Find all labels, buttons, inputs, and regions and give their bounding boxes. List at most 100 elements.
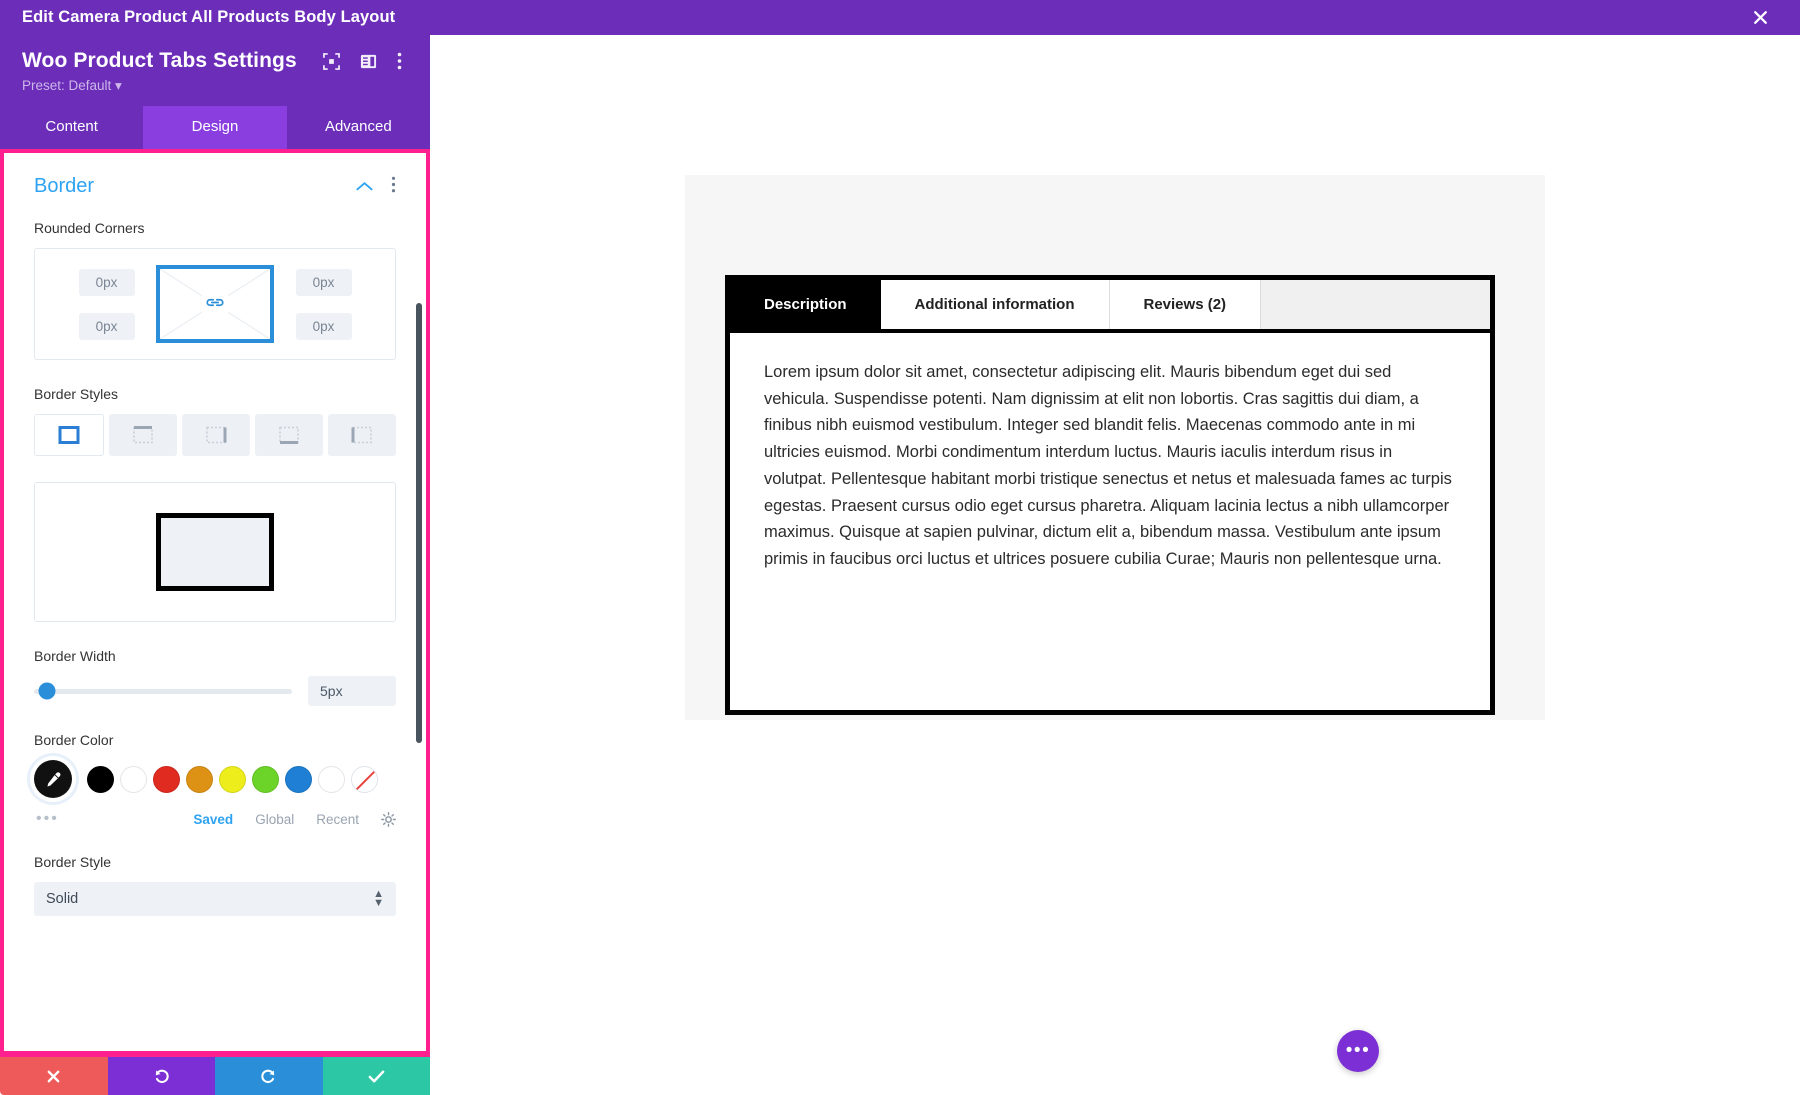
tab-advanced[interactable]: Advanced [287,106,430,149]
panel-body: Border Rounded Corners 0px 0px 0px 0px B… [0,149,430,1055]
color-swatch-none[interactable] [351,765,378,793]
link-icon[interactable] [202,292,228,316]
woo-product-tabs-module: Description Additional information Revie… [725,275,1495,715]
product-tab-content: Lorem ipsum dolor sit amet, consectetur … [730,333,1490,573]
border-width-input[interactable]: 5px [308,676,396,706]
editor-canvas: Description Additional information Revie… [430,35,1800,1095]
gear-icon[interactable] [381,811,396,827]
color-tabs-row: ••• Saved Global Recent [34,810,396,828]
border-style-bottom-side[interactable] [255,414,323,456]
color-tab-global[interactable]: Global [255,812,294,827]
chevron-up-icon[interactable] [356,181,373,192]
color-swatch-red[interactable] [153,765,180,793]
vertical-dots-icon[interactable] [397,52,402,70]
panel-action-bar [0,1055,430,1095]
color-tab-recent[interactable]: Recent [316,812,359,827]
panel-header: Woo Product Tabs Settings Preset: Defaul… [0,35,430,106]
close-icon[interactable] [1730,0,1790,35]
corner-link-preview[interactable] [156,265,274,343]
preset-selector[interactable]: Preset: Default ▾ [22,78,408,94]
rounded-corners-label: Rounded Corners [34,220,145,236]
page-frame: Description Additional information Revie… [685,175,1545,1072]
color-swatch-blue[interactable] [285,765,312,793]
settings-scroll-area: Border Rounded Corners 0px 0px 0px 0px B… [4,153,426,1051]
border-preview-rect [156,513,274,591]
border-left-icon [351,426,372,444]
product-tabs-filler [1261,280,1490,329]
save-button[interactable] [322,1057,430,1095]
corner-bottom-right-input[interactable]: 0px [295,312,352,340]
panel-scrollbar[interactable] [416,303,422,743]
product-tabs-nav: Description Additional information Revie… [730,280,1490,333]
border-color-swatches [34,760,396,798]
section-options-icon[interactable] [391,176,396,198]
color-swatch-green[interactable] [252,765,279,793]
color-swatch-white[interactable] [120,765,147,793]
color-swatch-orange[interactable] [186,765,213,793]
rounded-corners-control: 0px 0px 0px 0px [34,248,396,360]
close-glyph [1753,11,1767,24]
border-style-all-sides[interactable] [34,414,104,456]
link-glyph [206,298,224,307]
border-width-slider[interactable] [34,682,292,700]
border-color-label: Border Color [34,732,114,748]
panel-title: Woo Product Tabs Settings [22,49,297,72]
settings-panel: Woo Product Tabs Settings Preset: Defaul… [0,35,430,1095]
color-swatch-white-2[interactable] [318,765,345,793]
tab-content[interactable]: Content [0,106,143,149]
description-paragraph: Lorem ipsum dolor sit amet, consectetur … [764,363,1452,569]
eyedropper-icon [46,771,60,787]
focus-target-icon[interactable] [323,52,340,70]
color-swatch-black[interactable] [87,765,114,793]
chevron-up-glyph [356,181,373,191]
border-style-selected-value: Solid [46,891,79,907]
border-styles-control [34,414,396,456]
close-icon [47,1070,60,1082]
border-bottom-icon [279,426,299,444]
layout-panel-icon[interactable] [360,53,377,70]
border-styles-label: Border Styles [34,386,119,402]
corner-bottom-left-input[interactable]: 0px [78,312,135,340]
undo-button[interactable] [107,1057,215,1095]
section-title-border: Border [34,175,95,197]
color-tab-saved[interactable]: Saved [193,812,233,827]
border-style-top-side[interactable] [109,414,177,456]
border-width-control: 5px [34,676,396,706]
border-top-icon [133,426,153,444]
corner-top-left-input[interactable]: 0px [78,268,135,296]
border-all-icon [58,426,80,444]
redo-icon [261,1069,275,1083]
tab-design[interactable]: Design [143,106,287,149]
border-section-header: Border [34,175,396,198]
color-picker-button[interactable] [34,760,72,798]
product-tab-description[interactable]: Description [730,280,881,329]
vertical-dots-glyph [397,52,402,70]
fab-label: ••• [1345,1040,1371,1061]
product-tab-additional-information[interactable]: Additional information [880,280,1110,329]
check-icon [368,1070,385,1082]
border-width-label: Border Width [34,648,116,664]
color-swatch-yellow[interactable] [219,765,246,793]
panel-tab-bar: Content Design Advanced [0,106,430,149]
cancel-button[interactable] [0,1057,108,1095]
vertical-dots-glyph [391,176,396,192]
border-style-left-side[interactable] [328,414,396,456]
border-style-select[interactable]: Solid ▲ ▼ [34,882,396,916]
gear-glyph [381,811,396,827]
undo-icon [155,1069,169,1083]
border-style-right-side[interactable] [182,414,250,456]
border-right-icon [206,426,227,444]
preset-label: Preset: Default [22,78,112,93]
corner-top-right-input[interactable]: 0px [295,268,352,296]
border-preview-box [34,482,396,622]
border-style-label: Border Style [34,854,112,870]
editor-title: Edit Camera Product All Products Body La… [22,8,396,26]
editor-top-bar: Edit Camera Product All Products Body La… [0,0,1800,35]
product-tab-reviews[interactable]: Reviews (2) [1109,280,1262,329]
redo-button[interactable] [215,1057,323,1095]
page-settings-fab[interactable]: ••• [1337,1030,1379,1072]
chevron-updown-icon: ▲ ▼ [373,887,384,909]
ellipsis-icon[interactable]: ••• [36,810,59,828]
layout-panel-glyph [360,54,377,68]
border-width-slider-handle[interactable] [38,682,56,700]
